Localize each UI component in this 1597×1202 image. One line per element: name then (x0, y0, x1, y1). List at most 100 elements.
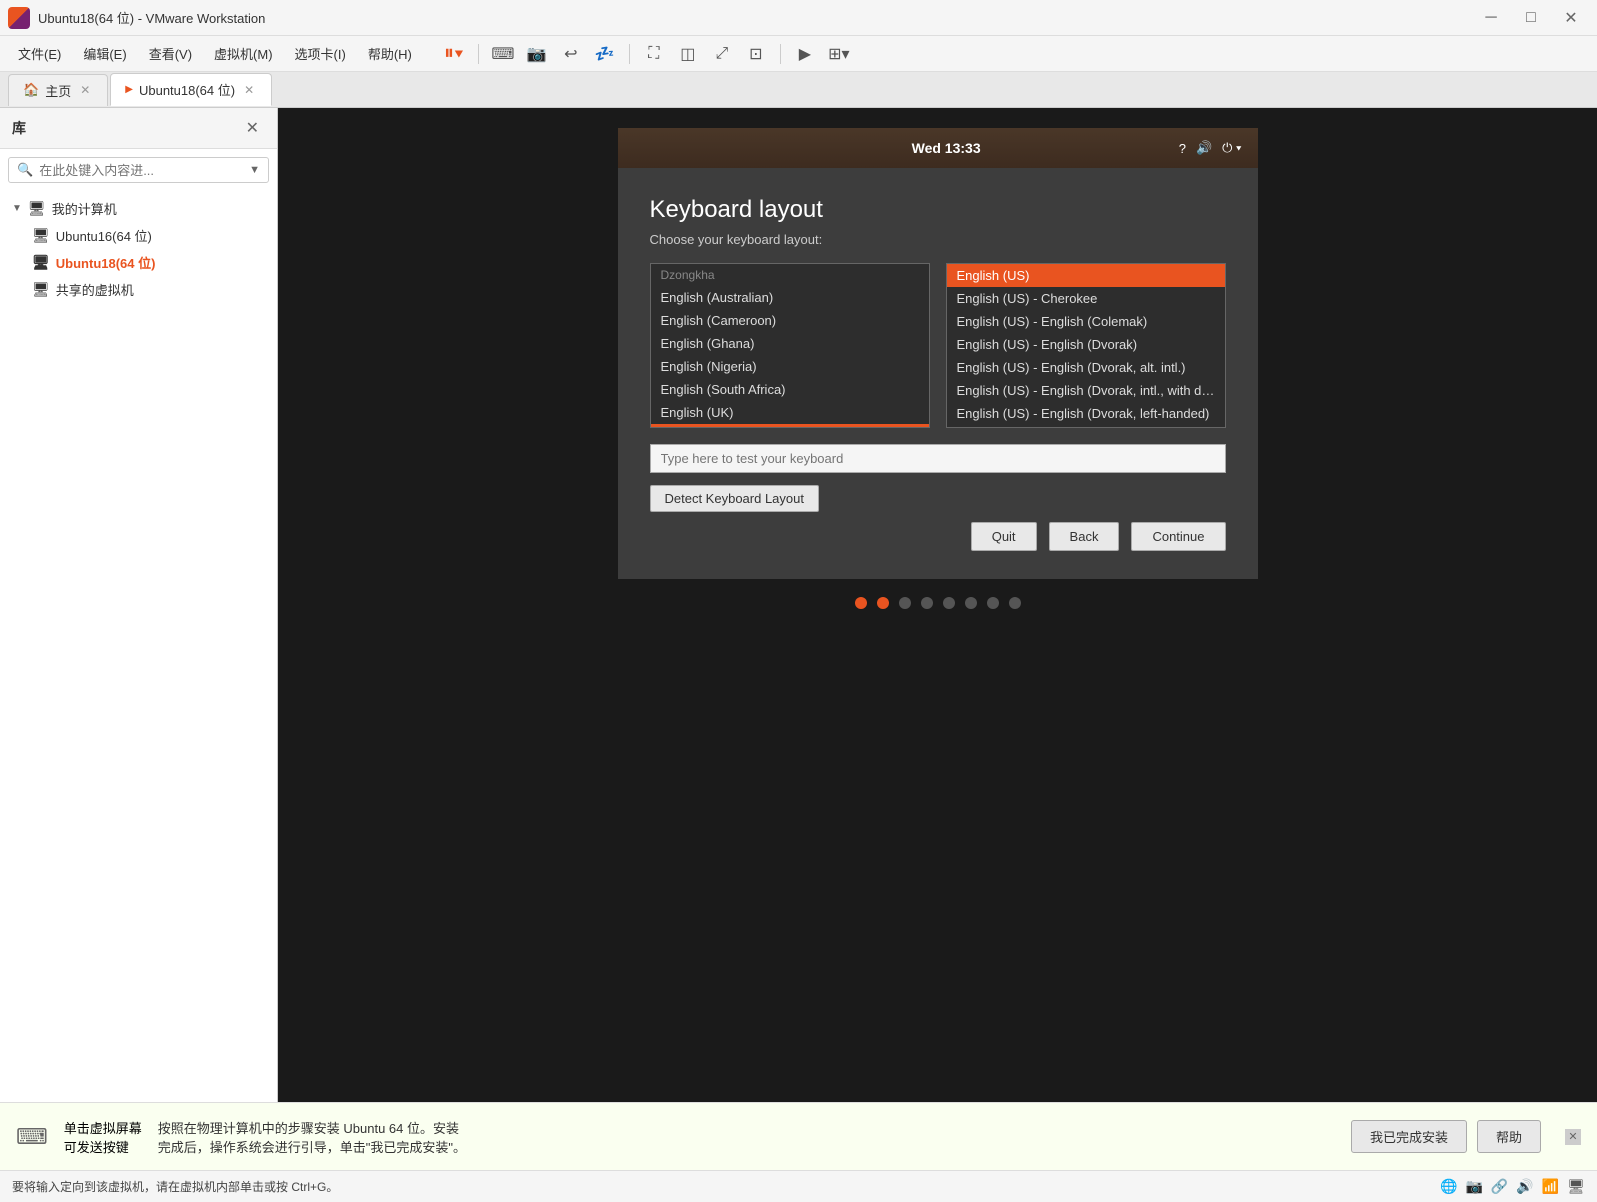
keyboard-right-list[interactable]: English (US) English (US) - Cherokee Eng… (946, 263, 1226, 428)
menu-edit[interactable]: 编辑(E) (73, 40, 136, 67)
shrink-icon[interactable]: ⊡ (742, 40, 770, 68)
quit-button[interactable]: Quit (971, 522, 1037, 551)
keyboard-test-input[interactable] (650, 444, 1226, 473)
tree-my-computer[interactable]: ▼ 🖥 我的计算机 (0, 195, 277, 222)
tab-ubuntu18-close[interactable]: ✕ (241, 82, 257, 98)
bottom-description: 按照在物理计算机中的步骤安装 Ubuntu 64 位。安装 完成后，操作系统会进… (158, 1118, 1335, 1156)
dot-2 (877, 597, 889, 609)
usb-icon: 🔗 (1491, 1178, 1508, 1195)
bottom-notification-bar: ⌨ 单击虚拟屏幕 可发送按键 按照在物理计算机中的步骤安装 Ubuntu 64 … (0, 1102, 1597, 1170)
revert-icon[interactable]: ↩ (557, 40, 585, 68)
status-right-icons: 🌐 📷 🔗 🔊 📶 🖥 (1440, 1178, 1585, 1195)
help-button[interactable]: 帮助 (1477, 1120, 1541, 1153)
right-item-dvorak-alt[interactable]: English (US) - English (Dvorak, alt. int… (947, 356, 1225, 379)
tree-shared-vm[interactable]: 🖥 共享的虚拟机 (0, 276, 277, 303)
hint-line1: 单击虚拟屏幕 (64, 1118, 142, 1137)
ubuntu-clock: Wed 13:33 (714, 140, 1179, 156)
right-item-english-us[interactable]: English (US) (947, 264, 1225, 287)
volume-icon: 🔊 (1196, 140, 1212, 156)
shared-vm-icon: 🖥 (32, 281, 50, 298)
ubuntu-window: Wed 13:33 ? 🔊 ⏻ ▾ Keyboard layout Choose… (618, 128, 1258, 627)
dot-1 (855, 597, 867, 609)
unity-icon[interactable]: ◫ (674, 40, 702, 68)
keyboard-lists: Dzongkha English (Australian) English (C… (650, 263, 1226, 428)
list-item-english-us[interactable]: English (US) (651, 424, 929, 428)
vm-content[interactable]: Wed 13:33 ? 🔊 ⏻ ▾ Keyboard layout Choose… (278, 108, 1597, 1102)
right-item-colemak[interactable]: English (US) - English (Colemak) (947, 310, 1225, 333)
list-item-english-uk[interactable]: English (UK) (651, 401, 929, 424)
maximize-button[interactable]: □ (1513, 4, 1549, 32)
right-item-dvorak-right[interactable]: English (US) - English (Dvorak, right-ha… (947, 425, 1225, 428)
tree-ubuntu16-label: Ubuntu16(64 位) (56, 226, 152, 245)
title-controls: ─ □ ✕ (1473, 4, 1589, 32)
vm-icon-ubuntu18: 🖥 (32, 254, 50, 271)
list-item-english-cm[interactable]: English (Cameroon) (651, 309, 929, 332)
keyboard-send-icon: ⌨ (16, 1124, 48, 1150)
menu-help[interactable]: 帮助(H) (358, 40, 422, 67)
complete-install-button[interactable]: 我已完成安装 (1351, 1120, 1467, 1153)
separator (478, 44, 479, 64)
tree-ubuntu16[interactable]: 🖥 Ubuntu16(64 位) (0, 222, 277, 249)
menu-file[interactable]: 文件(E) (8, 40, 71, 67)
tab-bar: 🏠 主页 ✕ ▶ Ubuntu18(64 位) ✕ (0, 72, 1597, 108)
list-item-dzongkha[interactable]: Dzongkha (651, 264, 929, 286)
separator3 (780, 44, 781, 64)
hint-line2: 可发送按键 (64, 1137, 142, 1156)
dot-5 (943, 597, 955, 609)
ubuntu-body: Keyboard layout Choose your keyboard lay… (618, 168, 1258, 579)
pause-icon[interactable]: ⏸▾ (440, 40, 468, 68)
right-item-cherokee[interactable]: English (US) - Cherokee (947, 287, 1225, 310)
continue-button[interactable]: Continue (1131, 522, 1225, 551)
snapshot-icon[interactable]: 📷 (523, 40, 551, 68)
list-item-english-za[interactable]: English (South Africa) (651, 378, 929, 401)
detect-keyboard-button[interactable]: Detect Keyboard Layout (650, 485, 819, 512)
console-icon[interactable]: ▶ (791, 40, 819, 68)
tab-ubuntu18-label: Ubuntu18(64 位) (139, 80, 235, 99)
search-dropdown-icon[interactable]: ▼ (249, 164, 260, 176)
menu-tab[interactable]: 选项卡(I) (285, 40, 356, 67)
ubuntu-topbar: Wed 13:33 ? 🔊 ⏻ ▾ (618, 128, 1258, 168)
right-item-dvorak-left[interactable]: English (US) - English (Dvorak, left-han… (947, 402, 1225, 425)
close-button[interactable]: ✕ (1553, 4, 1589, 32)
sidebar-title: 库 (12, 118, 26, 138)
desc-line2: 完成后，操作系统会进行引导，单击"我已完成安装"。 (158, 1137, 1335, 1156)
tab-ubuntu18[interactable]: ▶ Ubuntu18(64 位) ✕ (110, 73, 272, 106)
status-message: 要将输入定向到该虚拟机，请在虚拟机内部单击或按 Ctrl+G。 (12, 1178, 338, 1195)
right-item-dvorak-intl[interactable]: English (US) - English (Dvorak, intl., w… (947, 379, 1225, 402)
stretch-icon[interactable]: ⤢ (708, 40, 736, 68)
fullscreen-icon[interactable]: ⛶ (640, 40, 668, 68)
tree-ubuntu18[interactable]: 🖥 Ubuntu18(64 位) (0, 249, 277, 276)
list-item-english-ng[interactable]: English (Nigeria) (651, 355, 929, 378)
vmware-app-icon (8, 7, 30, 29)
suspend-icon[interactable]: 💤 (591, 40, 619, 68)
minimize-button[interactable]: ─ (1473, 4, 1509, 32)
bottom-bar-close[interactable]: ✕ (1565, 1129, 1581, 1145)
search-input[interactable] (39, 163, 243, 178)
list-item-english-au[interactable]: English (Australian) (651, 286, 929, 309)
back-button[interactable]: Back (1049, 522, 1120, 551)
menu-view[interactable]: 查看(V) (139, 40, 202, 67)
wifi-icon: 📶 (1542, 1178, 1559, 1195)
keyboard-left-list[interactable]: Dzongkha English (Australian) English (C… (650, 263, 930, 428)
dot-4 (921, 597, 933, 609)
extra-icon[interactable]: ⊞▾ (825, 40, 853, 68)
search-icon: 🔍 (17, 162, 33, 178)
tab-home[interactable]: 🏠 主页 ✕ (8, 74, 108, 106)
send-ctrl-icon[interactable]: ⌨ (489, 40, 517, 68)
bottom-hint-text: 单击虚拟屏幕 可发送按键 (64, 1118, 142, 1156)
separator2 (629, 44, 630, 64)
workspace: 库 ✕ 🔍 ▼ ▼ 🖥 我的计算机 🖥 Ubuntu16(64 位) 🖥 Ubu… (0, 108, 1597, 1102)
home-icon: 🏠 (23, 82, 39, 98)
list-item-english-gh[interactable]: English (Ghana) (651, 332, 929, 355)
tab-home-label: 主页 (45, 81, 71, 100)
window-title: Ubuntu18(64 位) - VMware Workstation (38, 8, 1465, 27)
tree-my-computer-label: 我的计算机 (52, 199, 117, 218)
tab-home-close[interactable]: ✕ (77, 82, 93, 98)
menu-vm[interactable]: 虚拟机(M) (204, 40, 283, 67)
sidebar-header: 库 ✕ (0, 108, 277, 149)
dot-3 (899, 597, 911, 609)
status-bar: 要将输入定向到该虚拟机，请在虚拟机内部单击或按 Ctrl+G。 🌐 📷 🔗 🔊 … (0, 1170, 1597, 1202)
right-item-dvorak[interactable]: English (US) - English (Dvorak) (947, 333, 1225, 356)
vm-icon: ▶ (125, 84, 133, 95)
sidebar-close-button[interactable]: ✕ (240, 116, 265, 140)
